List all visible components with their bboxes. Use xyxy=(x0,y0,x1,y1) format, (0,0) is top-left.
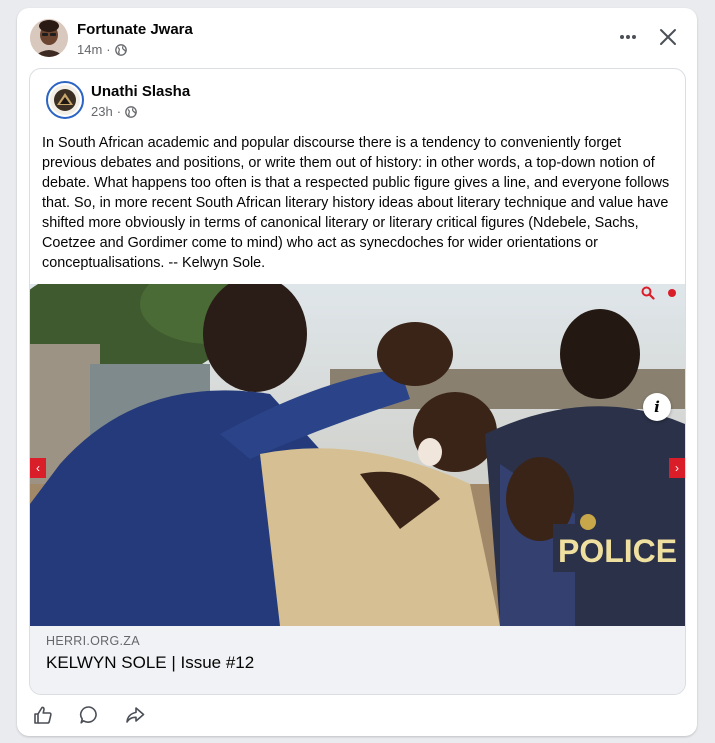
next-arrow-icon[interactable]: › xyxy=(669,458,685,478)
like-icon[interactable] xyxy=(32,704,54,726)
police-scene-illustration: POLICE xyxy=(30,284,685,626)
poster-name[interactable]: Fortunate Jwara xyxy=(77,21,193,38)
zoom-icon[interactable] xyxy=(641,286,655,300)
more-options-icon[interactable] xyxy=(617,26,639,48)
shared-author-name[interactable]: Unathi Slasha xyxy=(91,83,190,100)
globe-icon xyxy=(114,43,127,56)
post-time[interactable]: 14m xyxy=(77,42,102,57)
comment-icon[interactable] xyxy=(78,704,100,726)
share-icon[interactable] xyxy=(124,704,146,726)
shared-post-meta: 23h · xyxy=(91,104,137,119)
link-preview-footer[interactable]: HERRI.ORG.ZA KELWYN SOLE | Issue #12 xyxy=(30,626,685,694)
police-vest-text: POLICE xyxy=(558,533,677,569)
poster-avatar[interactable] xyxy=(30,19,68,57)
link-preview-image[interactable]: POLICE xyxy=(30,284,685,626)
link-title[interactable]: KELWYN SOLE | Issue #12 xyxy=(46,653,254,673)
post-action-bar xyxy=(32,704,146,726)
shared-author-avatar[interactable] xyxy=(46,81,84,119)
info-icon[interactable]: i xyxy=(643,393,671,421)
globe-icon xyxy=(125,105,137,118)
link-domain: HERRI.ORG.ZA xyxy=(46,634,140,648)
shared-post-time[interactable]: 23h xyxy=(91,104,113,119)
prev-arrow-icon[interactable]: ‹ xyxy=(30,458,46,478)
post-meta: 14m · xyxy=(77,42,127,57)
shared-post-text: In South African academic and popular di… xyxy=(42,135,670,271)
close-icon[interactable] xyxy=(657,26,679,48)
record-dot-icon xyxy=(668,289,676,297)
shared-post-card[interactable]: Unathi Slasha 23h · In South African aca… xyxy=(29,68,686,695)
